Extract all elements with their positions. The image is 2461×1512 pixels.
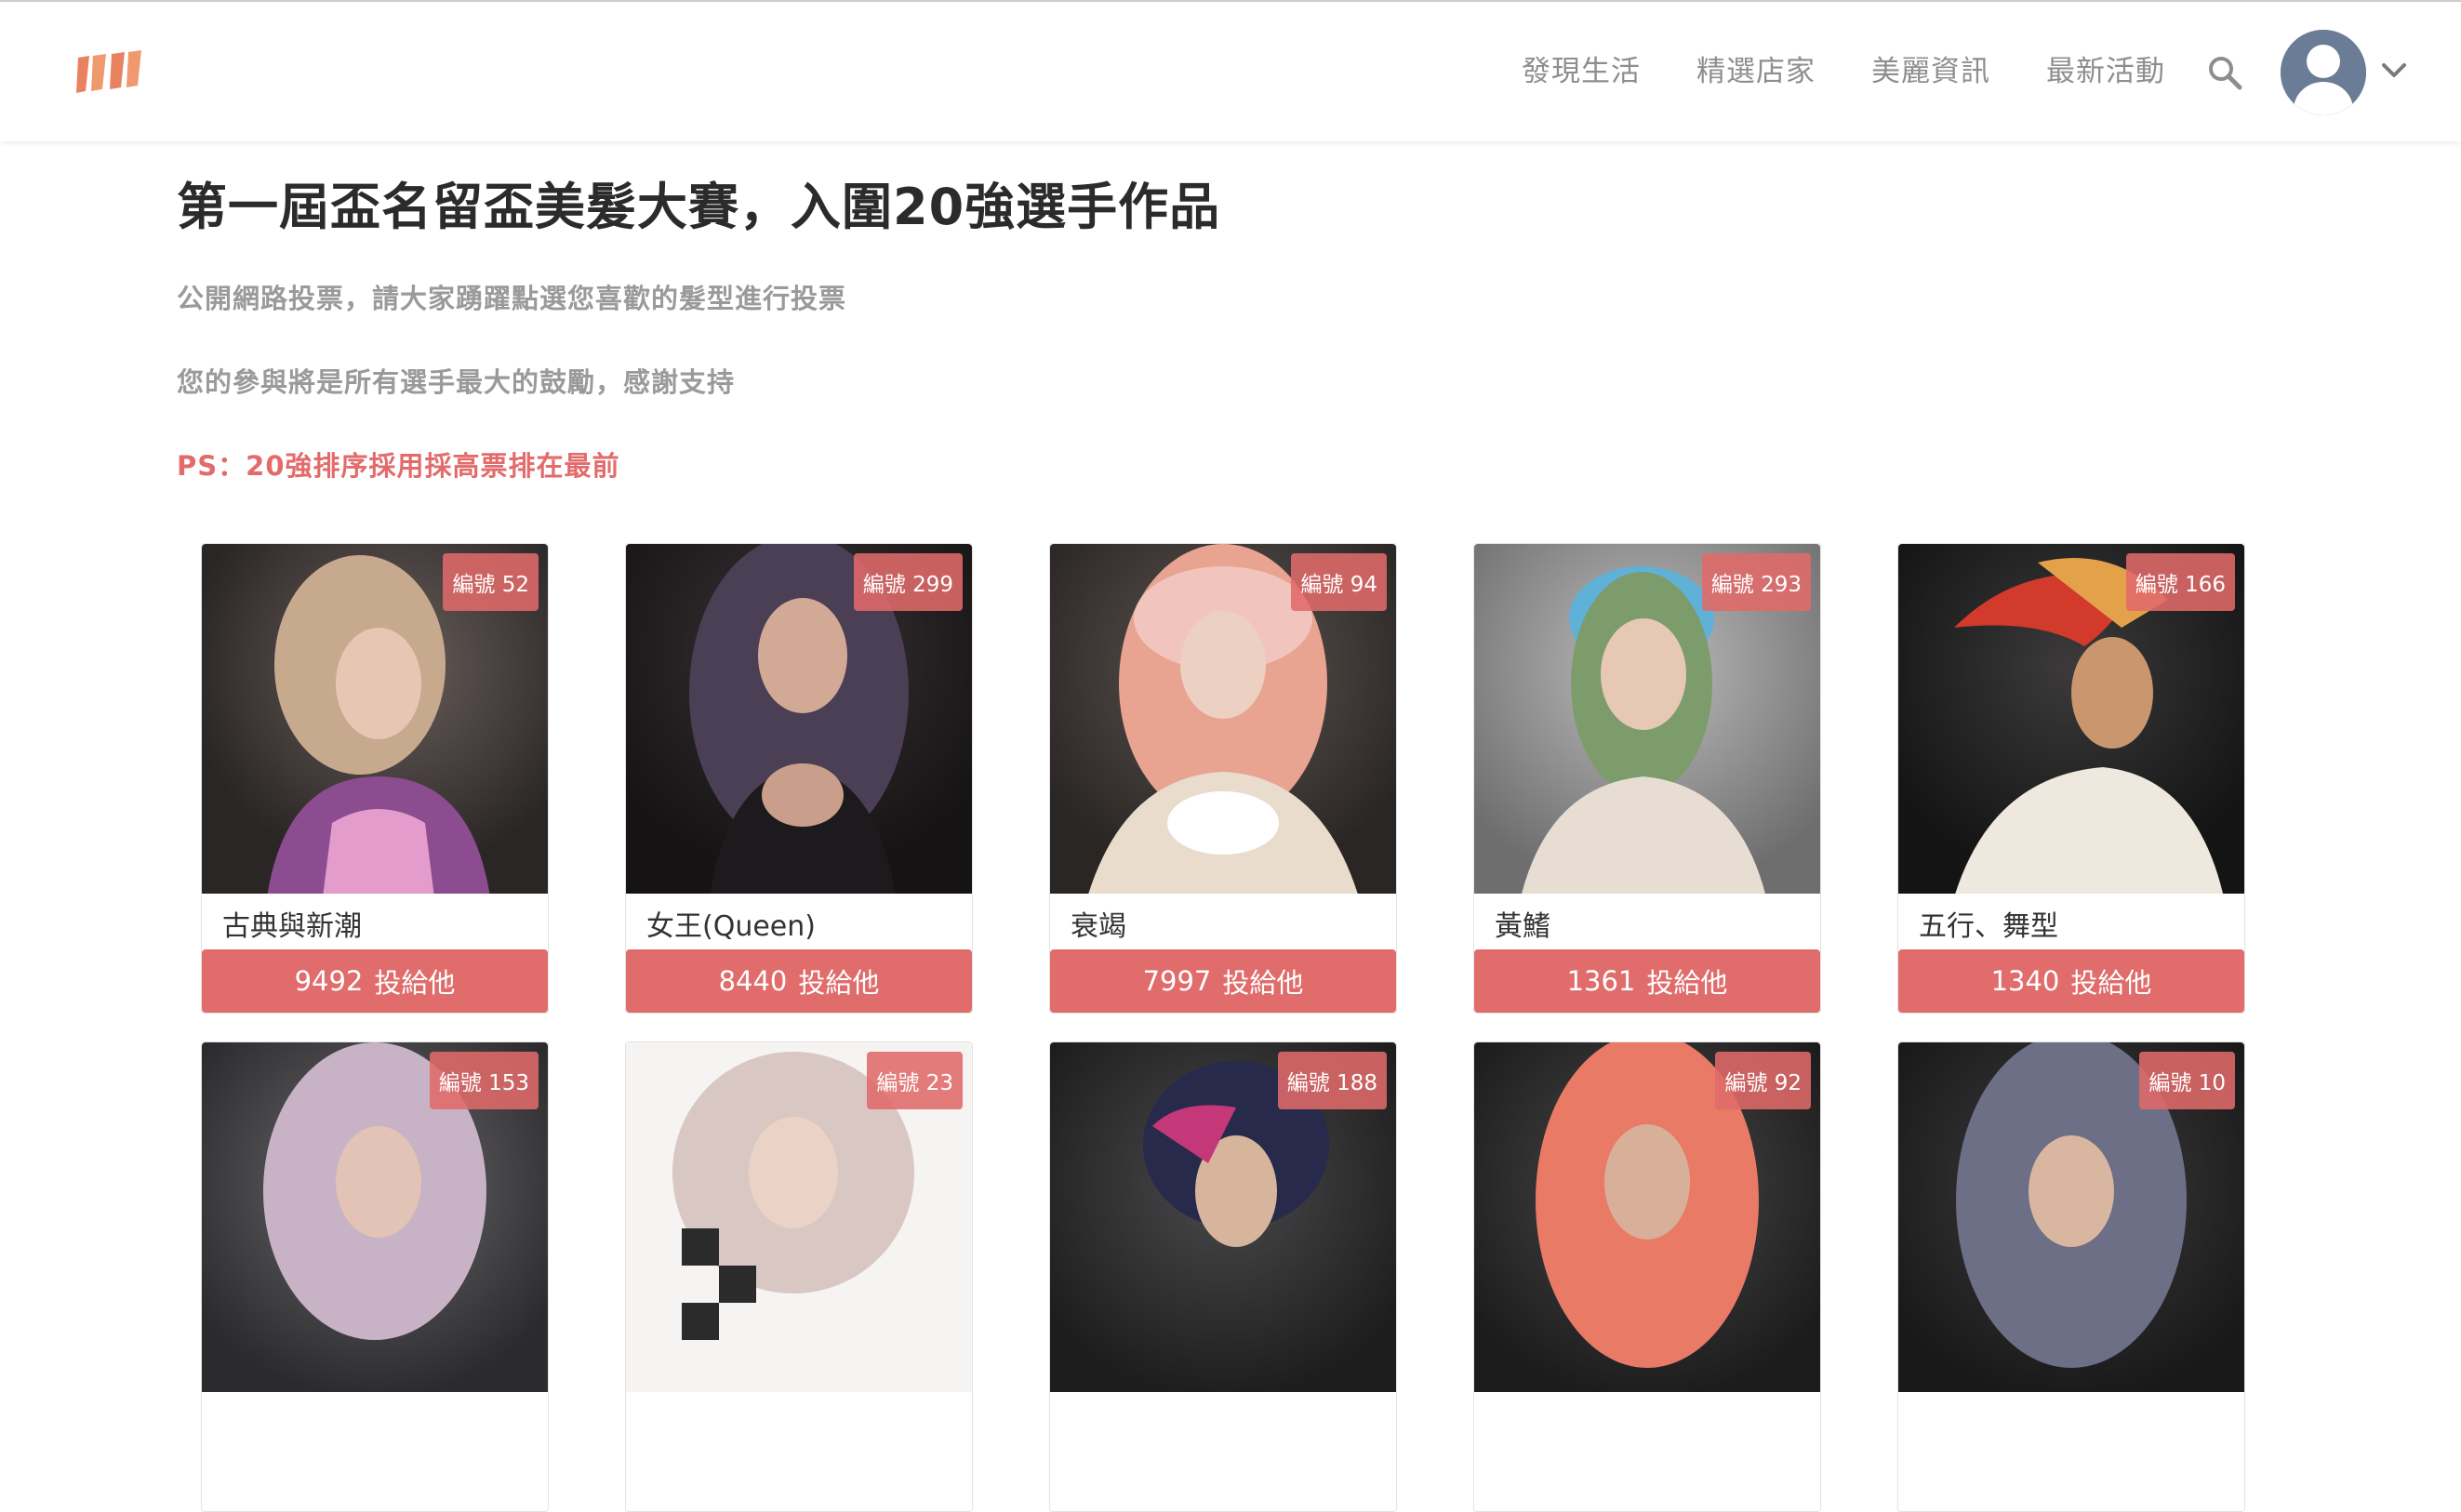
entry-photo[interactable]: 編號 94 xyxy=(1050,544,1396,894)
entry-card[interactable]: 編號 293 黃鰭 1361 投給他 xyxy=(1473,543,1821,1014)
entry-card[interactable]: 編號 299 女王(Queen) 8440 投給他 xyxy=(625,543,973,1014)
entry-title: 五行、舞型 xyxy=(1919,910,2058,943)
entry-photo[interactable]: 編號 188 xyxy=(1050,1042,1396,1392)
entry-card[interactable]: 編號 166 五行、舞型 1340 投給他 xyxy=(1897,543,2245,1014)
nav-featured-stores[interactable]: 精選店家 xyxy=(1696,50,1816,93)
entry-title: 衰竭 xyxy=(1071,910,1126,943)
entry-number-badge: 編號 188 xyxy=(1277,1052,1387,1109)
entry-title: 女王(Queen) xyxy=(646,910,816,943)
vote-count: 9492 xyxy=(294,965,364,997)
brand-logo-icon[interactable] xyxy=(74,48,149,97)
vote-label: 投給他 xyxy=(798,967,880,999)
site-header: 發現生活 精選店家 美麗資訊 最新活動 xyxy=(0,2,2461,141)
entry-photo[interactable]: 編號 23 xyxy=(626,1042,972,1392)
ranking-note: PS：20強排序採用採高票排在最前 xyxy=(177,450,620,482)
entry-card[interactable]: 編號 188 xyxy=(1049,1041,1397,1512)
entry-photo[interactable]: 編號 166 xyxy=(1898,544,2244,894)
entry-card[interactable]: 編號 153 xyxy=(201,1041,549,1512)
entry-title: 黃鰭 xyxy=(1495,910,1550,943)
vote-count: 1340 xyxy=(1990,965,2060,997)
vote-count: 7997 xyxy=(1142,965,1212,997)
entry-title: 古典與新潮 xyxy=(222,910,362,943)
entry-number-badge: 編號 92 xyxy=(1715,1052,1811,1109)
entry-number-badge: 編號 299 xyxy=(853,553,963,611)
entry-photo[interactable]: 編號 293 xyxy=(1474,544,1820,894)
entry-number-badge: 編號 166 xyxy=(2125,553,2235,611)
main-nav: 發現生活 精選店家 美麗資訊 最新活動 xyxy=(1522,50,2165,93)
entry-number-badge: 編號 94 xyxy=(1291,553,1387,611)
entry-card[interactable]: 編號 94 衰竭 7997 投給他 xyxy=(1049,543,1397,1014)
vote-button[interactable]: 7997 投給他 xyxy=(1050,949,1396,1013)
vote-label: 投給他 xyxy=(1646,967,1728,999)
entry-number-badge: 編號 52 xyxy=(443,553,539,611)
entry-number-badge: 編號 23 xyxy=(867,1052,963,1109)
vote-button[interactable]: 1361 投給他 xyxy=(1474,949,1820,1013)
vote-label: 投給他 xyxy=(374,967,456,999)
entry-photo[interactable]: 編號 153 xyxy=(202,1042,548,1392)
entry-card[interactable]: 編號 10 xyxy=(1897,1041,2245,1512)
page-title: 第一屆盃名留盃美髮大賽，入圍20強選手作品 xyxy=(177,178,1221,236)
entry-number-badge: 編號 293 xyxy=(1701,553,1811,611)
search-icon[interactable] xyxy=(2206,54,2243,91)
intro-line-2: 您的參與將是所有選手最大的鼓勵，感謝支持 xyxy=(177,366,736,398)
entry-card[interactable]: 編號 23 xyxy=(625,1041,973,1512)
nav-beauty-info[interactable]: 美麗資訊 xyxy=(1871,50,1990,93)
nav-discover-life[interactable]: 發現生活 xyxy=(1522,50,1641,93)
vote-label: 投給他 xyxy=(2070,967,2152,999)
entry-photo[interactable]: 編號 10 xyxy=(1898,1042,2244,1392)
vote-label: 投給他 xyxy=(1222,967,1304,999)
entry-card[interactable]: 編號 92 xyxy=(1473,1041,1821,1512)
intro-line-1: 公開網路投票，請大家踴躍點選您喜歡的髮型進行投票 xyxy=(177,283,847,314)
vote-count: 8440 xyxy=(718,965,788,997)
chevron-down-icon[interactable] xyxy=(2381,61,2407,80)
vote-button[interactable]: 9492 投給他 xyxy=(202,949,548,1013)
vote-button[interactable]: 1340 投給他 xyxy=(1898,949,2244,1013)
entry-number-badge: 編號 10 xyxy=(2139,1052,2235,1109)
entry-photo[interactable]: 編號 52 xyxy=(202,544,548,894)
entry-photo[interactable]: 編號 92 xyxy=(1474,1042,1820,1392)
entry-number-badge: 編號 153 xyxy=(429,1052,539,1109)
user-avatar-icon[interactable] xyxy=(2281,30,2366,115)
entry-card[interactable]: 編號 52 古典與新潮 9492 投給他 xyxy=(201,543,549,1014)
nav-latest-events[interactable]: 最新活動 xyxy=(2046,50,2165,93)
entry-photo[interactable]: 編號 299 xyxy=(626,544,972,894)
vote-button[interactable]: 8440 投給他 xyxy=(626,949,972,1013)
vote-count: 1361 xyxy=(1566,965,1636,997)
